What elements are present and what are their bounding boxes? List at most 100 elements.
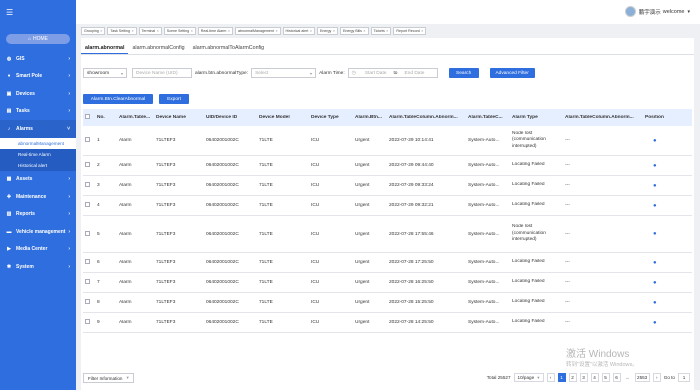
- map-pin-icon[interactable]: ●: [653, 138, 657, 144]
- map-pin-icon[interactable]: ●: [653, 163, 657, 169]
- sidebar-item-system[interactable]: ✱ System ›: [0, 258, 76, 276]
- close-icon[interactable]: ×: [100, 29, 102, 33]
- map-pin-icon[interactable]: ●: [653, 320, 657, 326]
- top-tab[interactable]: Energy ×: [316, 27, 338, 35]
- row-checkbox[interactable]: [83, 299, 95, 306]
- checkbox[interactable]: [85, 137, 90, 142]
- table-row[interactable]: 8 Alarm 71LTEF3 06402001002C 71LTE ICU Urgent 2…: [83, 293, 692, 313]
- sidebar-item-maintenance[interactable]: ✚ Maintenance ›: [0, 188, 76, 206]
- tab-0[interactable]: alarm.abnormal: [81, 42, 129, 54]
- column-header[interactable]: Alarm.TableColumn.Abnorm...: [387, 115, 466, 120]
- close-icon[interactable]: ×: [228, 29, 230, 33]
- top-tab[interactable]: Scene Setting ×: [163, 27, 196, 35]
- table-row[interactable]: 5 Alarm 71LTEF3 06402001002C 71LTE ICU Urgent 2…: [83, 216, 692, 253]
- column-header[interactable]: Alarm.Btn...: [353, 115, 387, 120]
- table-row[interactable]: 6 Alarm 71LTEF3 06402001002C 71LTE ICU Urgent 2…: [83, 253, 692, 273]
- checkbox[interactable]: [85, 114, 90, 119]
- table-row[interactable]: 3 Alarm 71LTEF3 06402001002C 71LTE ICU Urgent 2…: [83, 176, 692, 196]
- page-button[interactable]: 3: [579, 373, 588, 382]
- table-row[interactable]: 2 Alarm 71LTEF3 06402001002C 71LTE ICU Urgent 2…: [83, 156, 692, 176]
- page-button[interactable]: ...: [623, 373, 632, 382]
- sidebar-subitem-2[interactable]: Historical alert: [0, 159, 76, 171]
- showroom-select[interactable]: showroom ▾: [83, 68, 127, 78]
- user-menu[interactable]: 鹏宇演示 welcome ▾: [624, 6, 690, 17]
- page-button[interactable]: 1: [557, 373, 566, 382]
- sidebar-item-devices[interactable]: ▣ Devices ›: [0, 85, 76, 103]
- top-tab[interactable]: Energy Bills ×: [339, 27, 369, 35]
- checkbox[interactable]: [85, 279, 90, 284]
- column-header[interactable]: Device Model: [257, 115, 309, 120]
- table-row[interactable]: 4 Alarm 71LTEF3 06402001002C 71LTE ICU Urgent 2…: [83, 196, 692, 216]
- map-pin-icon[interactable]: ●: [653, 231, 657, 237]
- device-name-input[interactable]: Device Name (UID): [132, 68, 192, 78]
- checkbox[interactable]: [85, 182, 90, 187]
- sidebar-subitem-1[interactable]: Real-time Alarm: [0, 148, 76, 160]
- map-pin-icon[interactable]: ●: [653, 203, 657, 209]
- column-header[interactable]: Alarm.TableColumn.Abnorm...: [563, 115, 643, 120]
- close-icon[interactable]: ×: [157, 29, 159, 33]
- top-tab[interactable]: Task Setting ×: [107, 27, 137, 35]
- column-header[interactable]: Position: [643, 115, 692, 120]
- close-icon[interactable]: ×: [275, 29, 277, 33]
- column-header[interactable]: UID/Device ID: [204, 115, 257, 120]
- sidebar-item-smart-pole[interactable]: ♦ Smart Pole ›: [0, 68, 76, 86]
- tab-2[interactable]: alarm.abnormalToAlarmConfig: [189, 42, 269, 54]
- home-button[interactable]: ⌂ HOME: [6, 34, 70, 44]
- map-pin-icon[interactable]: ●: [653, 280, 657, 286]
- checkbox[interactable]: [85, 319, 90, 324]
- page-button[interactable]: 5: [601, 373, 610, 382]
- column-header[interactable]: Alarm.TableC...: [466, 115, 510, 120]
- goto-input[interactable]: 1: [678, 373, 690, 382]
- sidebar-item-vehicle-management[interactable]: ▬ Vehicle management ›: [0, 223, 76, 241]
- menu-toggle[interactable]: ☰: [0, 0, 76, 24]
- top-tab[interactable]: abnormalManagement ×: [234, 27, 281, 35]
- chevron-down-icon[interactable]: ▾: [687, 9, 690, 15]
- filter-information-button[interactable]: Filter Information ▾: [83, 373, 134, 383]
- end-date[interactable]: End Date: [404, 71, 424, 76]
- page-button[interactable]: 2: [568, 373, 577, 382]
- select-all-checkbox[interactable]: [83, 114, 95, 121]
- sidebar-item-reports[interactable]: ▥ Reports ›: [0, 206, 76, 224]
- checkbox[interactable]: [85, 230, 90, 236]
- close-icon[interactable]: ×: [333, 29, 335, 33]
- table-row[interactable]: 9 Alarm 71LTEF3 06402001002C 71LTE ICU Urgent 2…: [83, 313, 692, 333]
- advanced-filter-button[interactable]: Advanced Filter: [489, 68, 535, 78]
- top-tab[interactable]: Report Record ×: [393, 27, 427, 35]
- checkbox[interactable]: [85, 202, 90, 207]
- page-button[interactable]: 2553: [634, 373, 650, 382]
- top-tab[interactable]: Historical alert ×: [282, 27, 315, 35]
- checkbox[interactable]: [85, 162, 90, 167]
- sidebar-item-media-center[interactable]: ▶ Media Center ›: [0, 241, 76, 259]
- row-checkbox[interactable]: [83, 182, 95, 189]
- search-button[interactable]: Search: [448, 68, 479, 78]
- row-checkbox[interactable]: [83, 137, 95, 144]
- close-icon[interactable]: ×: [191, 29, 193, 33]
- close-icon[interactable]: ×: [310, 29, 312, 33]
- row-checkbox[interactable]: [83, 162, 95, 169]
- map-pin-icon[interactable]: ●: [653, 260, 657, 266]
- abnormal-type-select[interactable]: Select ▾: [251, 68, 317, 78]
- top-tab[interactable]: Terminal ×: [138, 27, 162, 35]
- column-header[interactable]: Alarm.Table...: [117, 115, 154, 120]
- export-button[interactable]: Export: [159, 94, 189, 104]
- column-header[interactable]: Alarm Type: [510, 115, 563, 120]
- close-icon[interactable]: ×: [363, 29, 365, 33]
- map-pin-icon[interactable]: ●: [653, 300, 657, 306]
- page-button[interactable]: 4: [590, 373, 599, 382]
- row-checkbox[interactable]: [83, 279, 95, 286]
- table-row[interactable]: 7 Alarm 71LTEF3 06402001002C 71LTE ICU Urgent 2…: [83, 273, 692, 293]
- column-header[interactable]: No.: [95, 115, 117, 120]
- checkbox[interactable]: [85, 299, 90, 304]
- checkbox[interactable]: [85, 259, 90, 264]
- page-button[interactable]: 6: [612, 373, 621, 382]
- map-pin-icon[interactable]: ●: [653, 183, 657, 189]
- avatar[interactable]: [624, 6, 636, 17]
- row-checkbox[interactable]: [83, 319, 95, 326]
- sidebar-item-alarms[interactable]: ♪ Alarms ˅: [0, 120, 76, 138]
- close-icon[interactable]: ×: [421, 29, 423, 33]
- column-header[interactable]: Device Type: [309, 115, 353, 120]
- row-checkbox[interactable]: [83, 230, 95, 238]
- top-tab[interactable]: Grouping ×: [81, 27, 106, 35]
- sidebar-item-gis[interactable]: ◍ GIS ›: [0, 50, 76, 68]
- sidebar-item-tasks[interactable]: ▤ Tasks ›: [0, 103, 76, 121]
